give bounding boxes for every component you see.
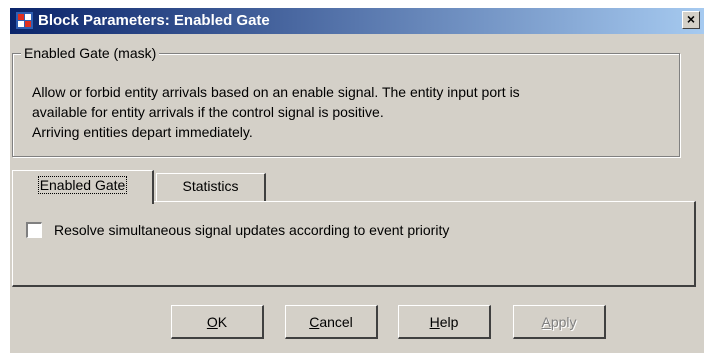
cancel-mnemonic: C: [309, 313, 320, 330]
resolve-priority-label[interactable]: Resolve simultaneous signal updates acco…: [54, 220, 449, 240]
cancel-button[interactable]: Cancel: [285, 305, 378, 339]
description-line: available for entity arrivals if the con…: [32, 104, 384, 120]
title-bar[interactable]: Block Parameters: Enabled Gate ×: [10, 8, 704, 34]
ok-mnemonic: O: [206, 313, 218, 330]
help-mnemonic: H: [429, 313, 440, 330]
description-line: Arriving entities depart immediately.: [32, 124, 253, 140]
apply-button[interactable]: Apply: [513, 305, 606, 339]
tab-enabled-gate[interactable]: Enabled Gate: [12, 170, 154, 204]
mask-group-title: Enabled Gate (mask): [21, 44, 160, 62]
tab-enabled-gate-label: Enabled Gate: [37, 176, 128, 194]
window-title: Block Parameters: Enabled Gate: [38, 12, 270, 29]
ok-button[interactable]: OK: [171, 305, 264, 339]
simulink-block-icon: [16, 12, 33, 29]
tab-statistics[interactable]: Statistics: [156, 173, 266, 202]
resolve-priority-checkbox[interactable]: [26, 222, 42, 238]
help-label-rest: elp: [439, 313, 459, 330]
tab-statistics-label: Statistics: [182, 178, 239, 194]
tab-panel: [12, 201, 696, 287]
close-icon[interactable]: ×: [682, 11, 700, 29]
cancel-label-rest: ancel: [319, 313, 353, 330]
mask-description: Allow or forbid entity arrivals based on…: [32, 82, 672, 142]
apply-label-rest: pply: [550, 313, 577, 330]
description-line: Allow or forbid entity arrivals based on…: [32, 84, 520, 100]
apply-mnemonic: A: [541, 313, 551, 330]
ok-label-rest: K: [217, 313, 228, 330]
help-button[interactable]: Help: [398, 305, 491, 339]
